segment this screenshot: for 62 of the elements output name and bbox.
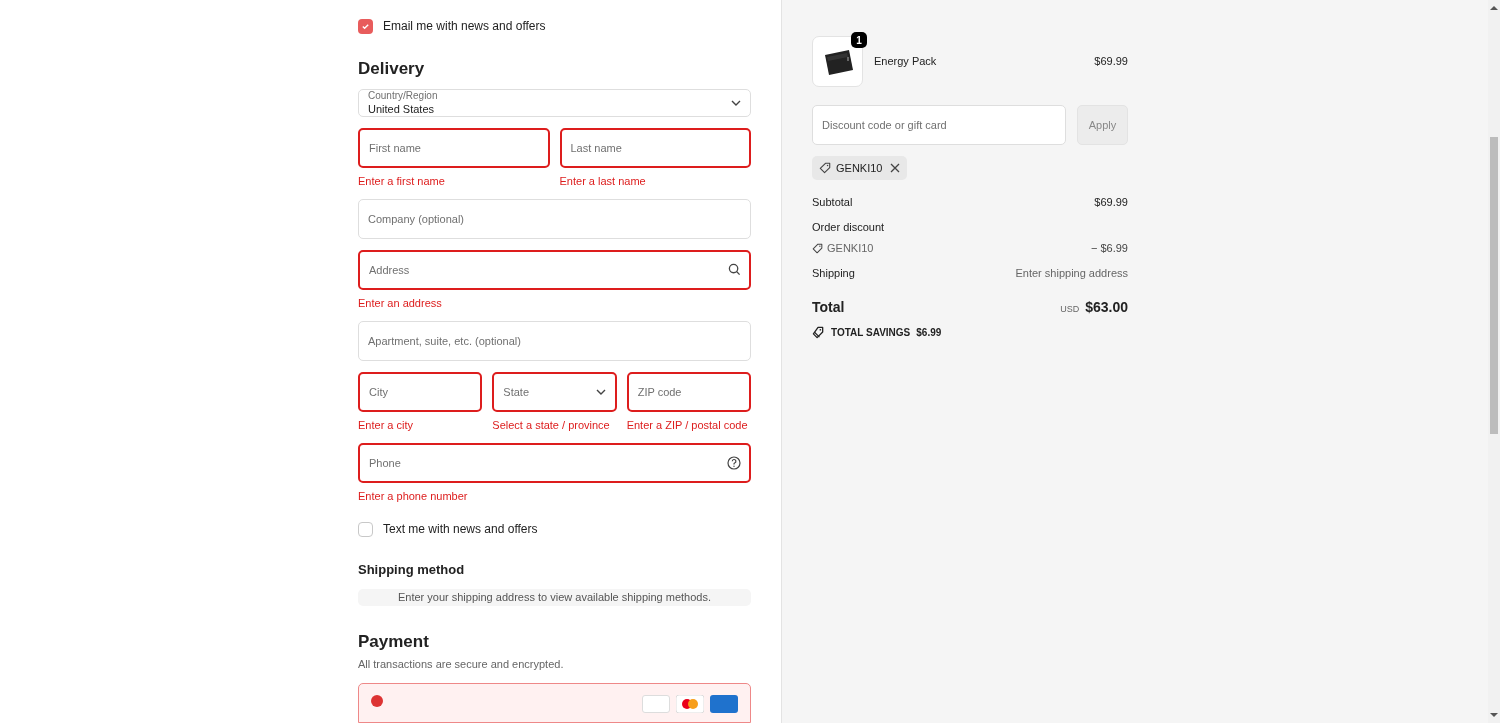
error-message: Enter an address [358, 296, 443, 310]
field-label: Country/Region [368, 90, 439, 102]
close-icon[interactable] [890, 163, 901, 173]
error-message: Enter a first name [358, 174, 446, 188]
input-field[interactable]: Phone [358, 443, 751, 483]
checkbox[interactable] [358, 521, 373, 537]
error-message: Select a state / province [492, 418, 611, 432]
checkbox-label: Email me with news and offers [383, 18, 546, 35]
apply-button[interactable]: Apply [1077, 105, 1128, 145]
input-field[interactable]: ZIP code [626, 372, 751, 412]
payment-option[interactable] [358, 683, 751, 723]
tags-icon [812, 326, 825, 339]
info-panel: Enter your shipping address to view available shipping methods. [358, 588, 751, 606]
radio-icon [371, 695, 383, 707]
total-label: Total [812, 298, 845, 317]
discount-code: GENKI10 [827, 241, 874, 256]
scrollbar[interactable] [1488, 0, 1500, 723]
error-message: Enter a ZIP / postal code [626, 418, 749, 432]
field-value: United States [368, 102, 436, 116]
savings-value: $6.99 [916, 326, 942, 340]
summary-value: $69.99 [1094, 195, 1128, 210]
input-field[interactable]: First name [358, 128, 550, 168]
check-icon [361, 21, 370, 31]
tag-icon [819, 162, 831, 174]
product-price: $69.99 [1094, 54, 1128, 70]
total-value: $63.00 [1085, 298, 1128, 317]
checkbox[interactable] [358, 18, 373, 34]
input-field[interactable]: Last name [559, 128, 751, 168]
card-logo-icon [642, 695, 670, 713]
error-message: Enter a last name [559, 174, 647, 188]
chevron-down-icon [731, 100, 741, 106]
discount-field[interactable]: Discount code or gift card [812, 105, 1066, 145]
input-field[interactable]: City [358, 372, 483, 412]
card-logo-icon [676, 695, 704, 713]
summary-label: Shipping [812, 265, 855, 281]
scroll-down-icon[interactable] [1490, 712, 1498, 718]
search-icon [728, 263, 741, 276]
quantity-badge: 1 [851, 32, 867, 48]
discount-tag: GENKI10 [812, 156, 908, 180]
summary-label: Subtotal [812, 195, 853, 210]
section-heading: Delivery [358, 58, 426, 80]
section-heading: Payment [358, 630, 430, 653]
summary-label: Order discount [812, 219, 886, 235]
help-icon [727, 456, 741, 470]
scroll-up-icon[interactable] [1490, 5, 1498, 11]
select-field[interactable]: Country/Region United States [358, 89, 751, 117]
input-field[interactable]: Address [358, 250, 751, 290]
card-logo-icon [710, 695, 738, 713]
chevron-down-icon [595, 389, 606, 395]
checkbox-label: Text me with news and offers [383, 521, 538, 538]
error-message: Enter a phone number [358, 489, 469, 503]
error-message: Enter a city [358, 418, 415, 432]
section-heading: Shipping method [358, 561, 466, 579]
summary-value: − $6.99 [1091, 241, 1128, 256]
scrollbar-thumb[interactable] [1490, 137, 1498, 434]
currency-code: USD [1060, 303, 1080, 316]
tag-icon [812, 242, 823, 254]
summary-value: Enter shipping address [1015, 265, 1128, 281]
section-subtitle: All transactions are secure and encrypted. [358, 656, 565, 672]
product-name: Energy Pack [874, 54, 938, 70]
savings-label: TOTAL SAVINGS [831, 326, 911, 340]
select-field[interactable]: State [492, 372, 617, 412]
